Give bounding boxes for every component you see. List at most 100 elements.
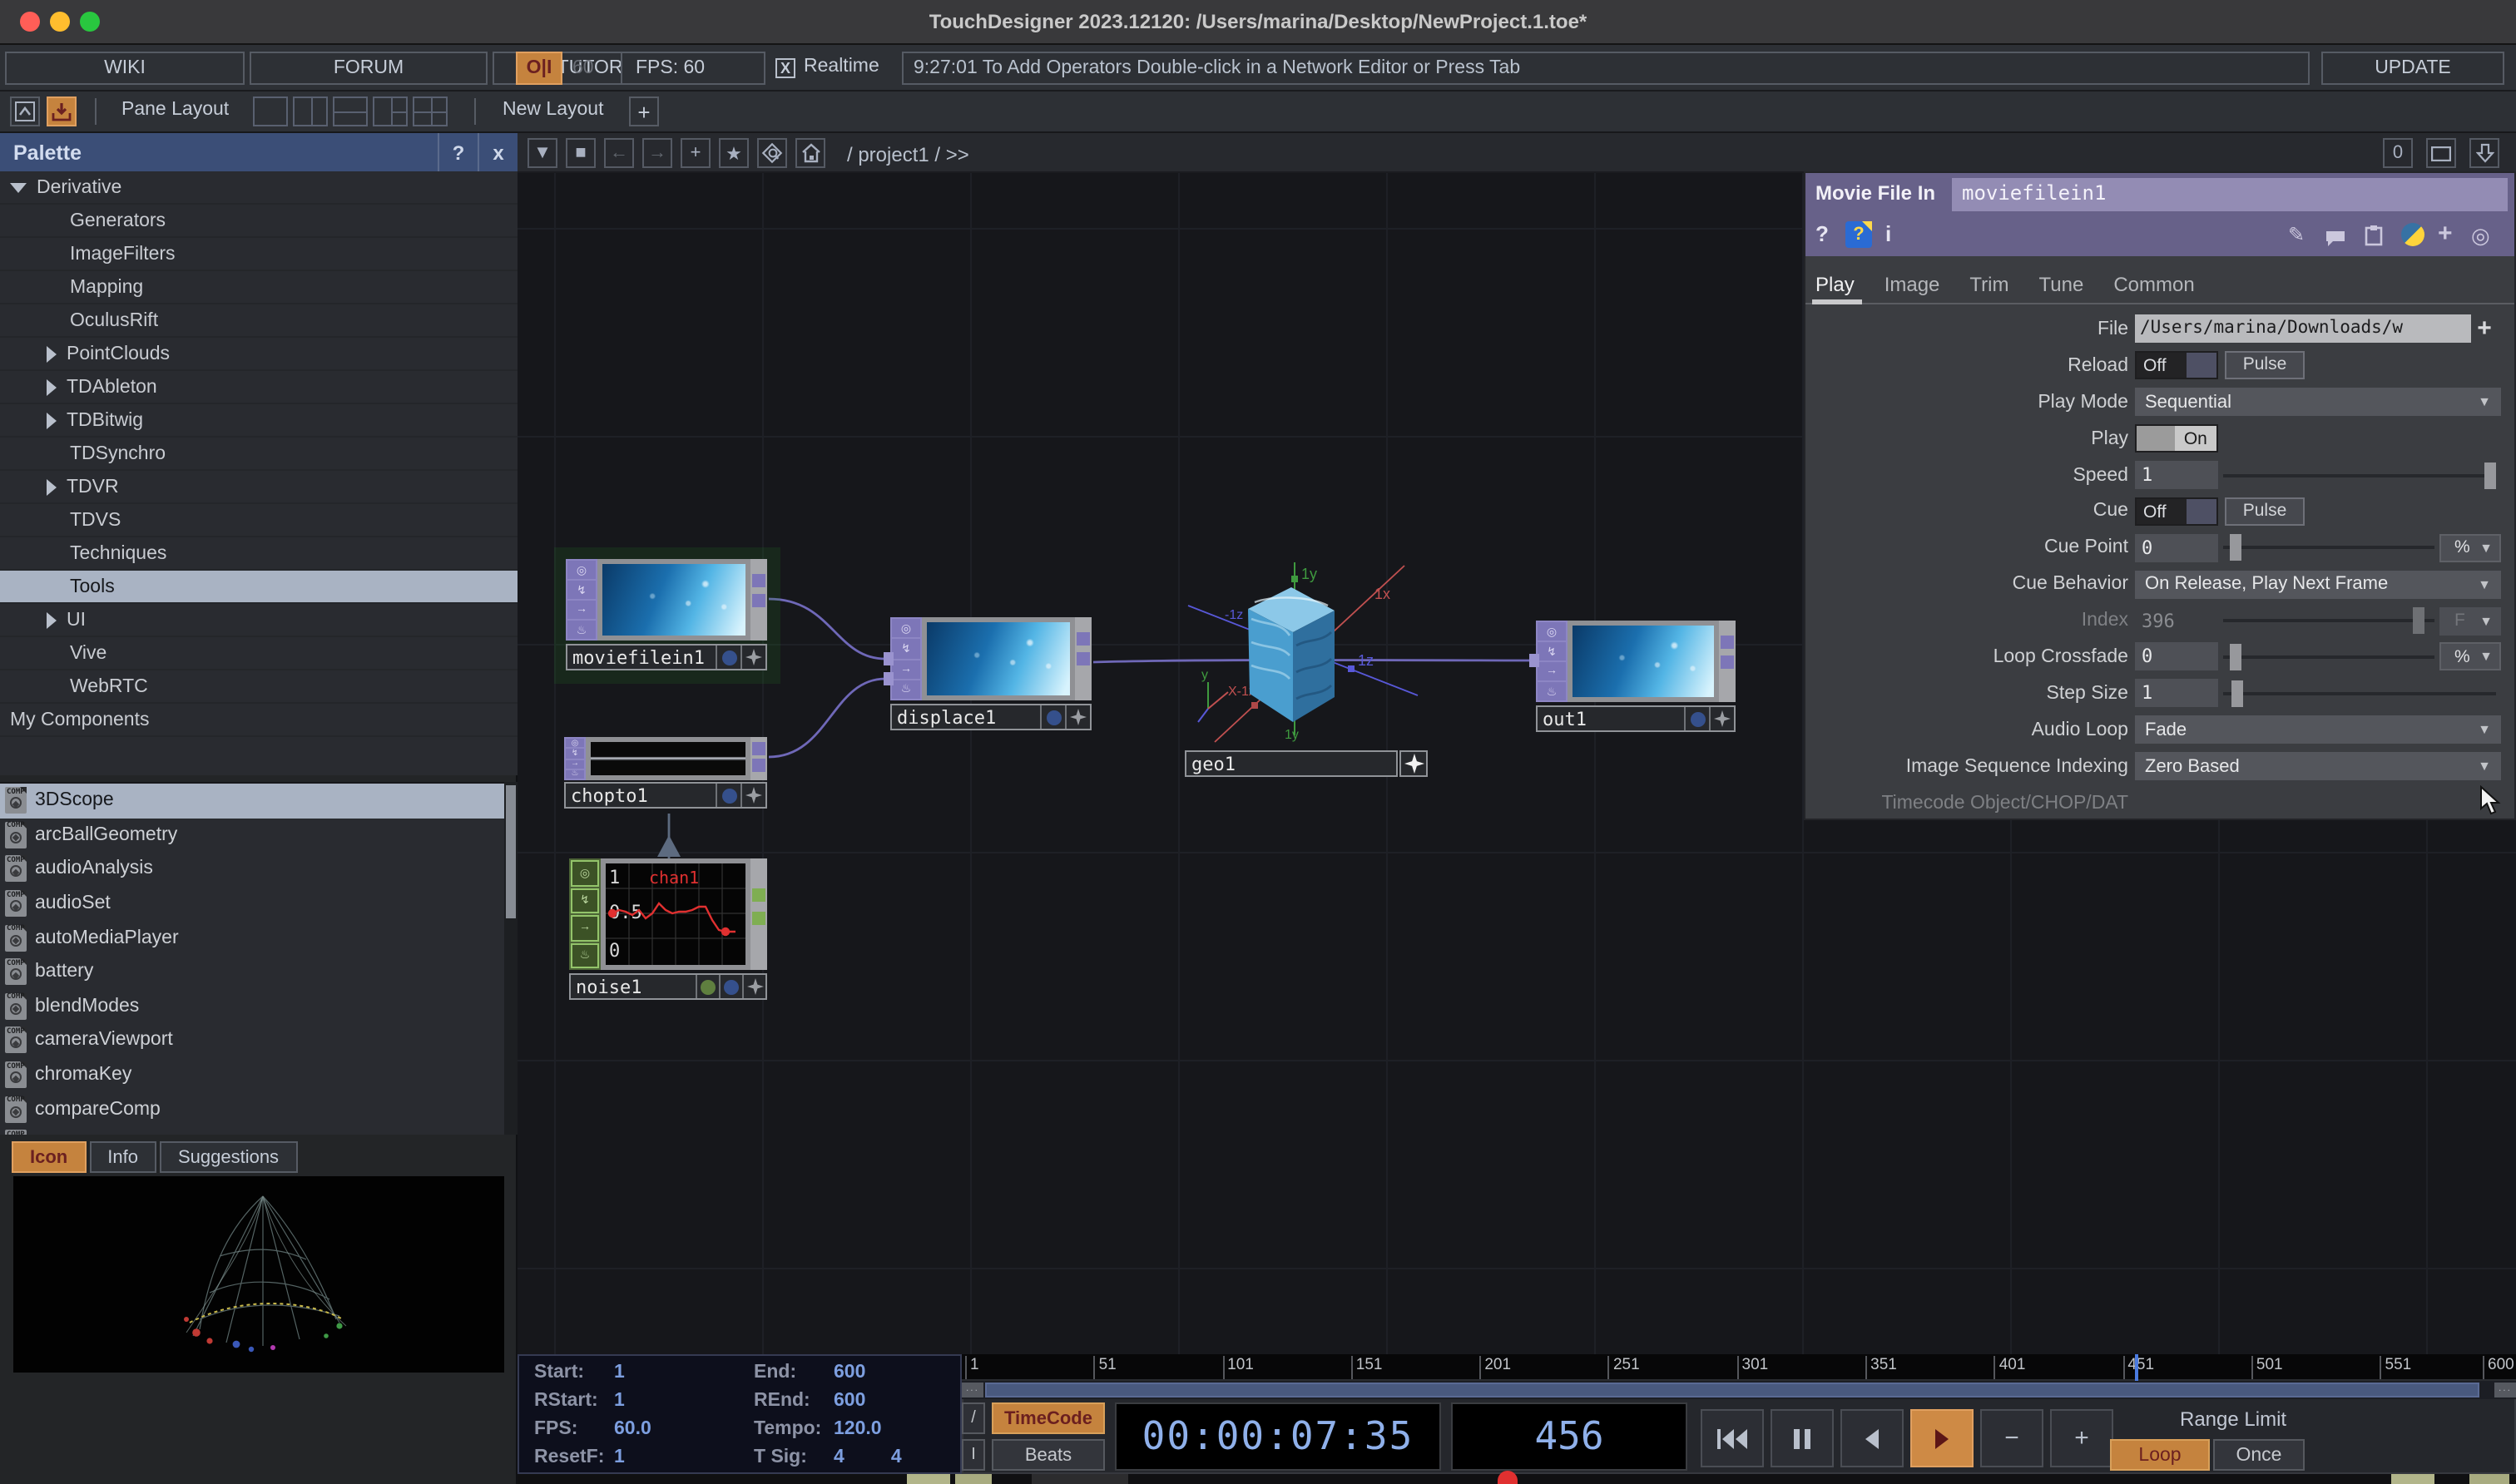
node-moviefilein1[interactable]: ◎ ↯ → ♨	[566, 559, 767, 641]
realtime-checkbox[interactable]: X	[775, 58, 795, 78]
audio-loop-dropdown[interactable]: Fade▼	[2135, 715, 2501, 744]
tree-item-techniques[interactable]: Techniques	[0, 537, 518, 571]
viewer-flag-icon[interactable]: ◎	[1538, 622, 1566, 641]
back-arrow-icon[interactable]: ←	[604, 138, 634, 168]
input-connector[interactable]	[884, 652, 894, 665]
tree-item-mapping[interactable]: Mapping	[0, 271, 518, 304]
timeline-range-bar[interactable]	[985, 1383, 2479, 1397]
palette-close-button[interactable]: x	[478, 133, 518, 171]
palette-help-button[interactable]: ?	[438, 133, 478, 171]
node-name-bar[interactable]: moviefilein1	[566, 644, 767, 670]
list-item-comparecomp[interactable]: COMPcompareComp	[0, 1092, 504, 1126]
file-path-field[interactable]: /Users/marina/Downloads/w	[2135, 315, 2471, 344]
increment-button[interactable]: +	[2050, 1409, 2113, 1467]
cue-point-slider[interactable]	[2223, 547, 2434, 550]
image-sequence-indexing-dropdown[interactable]: Zero Based▼	[2135, 752, 2501, 780]
param-tab-play[interactable]: Play	[1815, 273, 1855, 303]
list-item-cameraviewport[interactable]: COMPcameraViewport	[0, 1023, 504, 1057]
pause-button[interactable]	[1771, 1409, 1834, 1467]
cue-pulse-button[interactable]: Pulse	[2225, 497, 2305, 526]
floating-window-icon[interactable]	[47, 96, 77, 126]
viewer-flag-icon[interactable]: ◎	[892, 619, 920, 638]
target-icon[interactable]: ◎	[2471, 223, 2490, 250]
add-icon[interactable]: +	[681, 138, 711, 168]
viewport-rect-icon[interactable]	[2426, 138, 2456, 168]
node-flag-column[interactable]: ◎ ↯ → ♨	[566, 559, 597, 641]
export-flag-icon[interactable]: →	[1538, 662, 1566, 680]
star-flag-icon[interactable]	[740, 646, 765, 669]
list-item-battery[interactable]: COMPbattery	[0, 955, 504, 989]
favorite-star-icon[interactable]: ★	[719, 138, 749, 168]
loop-crossfade-slider-handle[interactable]	[2229, 644, 2241, 670]
node-name-bar[interactable]: geo1	[1185, 750, 1398, 777]
search-icon[interactable]	[757, 138, 787, 168]
playhead[interactable]	[2136, 1354, 2139, 1381]
output-connector[interactable]	[1721, 636, 1734, 649]
forum-button[interactable]: FORUM	[250, 52, 488, 85]
bypass-flag-icon[interactable]: ↯	[567, 581, 596, 599]
help-button[interactable]: ?	[1815, 221, 1829, 246]
timeline-option-i-button[interactable]: I	[962, 1439, 985, 1471]
lod-zero-button[interactable]: 0	[2383, 138, 2413, 168]
step-size-slider-handle[interactable]	[2231, 680, 2242, 707]
output-connector[interactable]	[1077, 632, 1090, 646]
list-item-automediaplayer[interactable]: COMPautoMediaPlayer	[0, 921, 504, 955]
export-flag-icon[interactable]: →	[892, 660, 920, 679]
tree-item-my-components[interactable]: My Components	[0, 704, 518, 737]
new-layout-add-button[interactable]: +	[629, 96, 659, 126]
speed-value-field[interactable]: 1	[2135, 461, 2218, 489]
tree-item-tdableton[interactable]: TDAbleton	[0, 371, 518, 404]
clipboard-icon[interactable]	[2365, 225, 2383, 255]
star-flag-icon[interactable]	[742, 975, 765, 998]
wiki-button[interactable]: WIKI	[5, 52, 245, 85]
param-tab-common[interactable]: Common	[2113, 273, 2194, 303]
node-name-bar[interactable]: out1	[1536, 705, 1736, 732]
tree-item-pointclouds[interactable]: PointClouds	[0, 338, 518, 371]
lock-flag-icon[interactable]: ♨	[566, 770, 584, 779]
list-item-arcballgeometry[interactable]: COMParcBallGeometry	[0, 818, 504, 852]
output-connector[interactable]	[752, 742, 765, 755]
index-slider-handle[interactable]	[2413, 607, 2424, 634]
tree-item-tdvs[interactable]: TDVS	[0, 504, 518, 537]
maximize-pane-icon[interactable]	[10, 96, 40, 126]
output-connector[interactable]	[1077, 652, 1090, 665]
loop-crossfade-unit-dropdown[interactable]: %▼	[2439, 643, 2501, 671]
bypass-flag-icon[interactable]: ↯	[892, 640, 920, 659]
pane-layout-split-horizontal[interactable]	[333, 96, 368, 126]
list-item-audioset[interactable]: COMPaudioSet	[0, 887, 504, 921]
collapse-arrow-icon[interactable]	[10, 182, 27, 192]
tree-item-imagefilters[interactable]: ImageFilters	[0, 238, 518, 271]
render-flag[interactable]	[719, 975, 742, 998]
output-connector[interactable]	[1721, 655, 1734, 669]
bypass-flag-icon[interactable]: ↯	[1538, 642, 1566, 660]
step-size-slider[interactable]	[2223, 692, 2496, 695]
home-icon[interactable]	[795, 138, 825, 168]
export-flag-icon[interactable]: →	[567, 601, 596, 619]
node-name-bar[interactable]: noise1	[569, 973, 767, 1000]
tree-item-vive[interactable]: Vive	[0, 637, 518, 670]
file-browse-button[interactable]: +	[2471, 315, 2498, 344]
display-flag[interactable]	[696, 975, 719, 998]
tree-item-tools[interactable]: Tools	[0, 571, 518, 604]
expand-arrow-icon[interactable]	[47, 478, 57, 495]
export-flag-icon[interactable]: →	[571, 915, 599, 941]
cue-point-slider-handle[interactable]	[2229, 535, 2241, 561]
speed-slider-handle[interactable]	[2484, 462, 2496, 488]
bypass-flag-icon[interactable]: ↯	[571, 888, 599, 913]
info-button[interactable]: i	[1885, 221, 1891, 246]
timeline-ruler[interactable]: 151101151201251301351401451501551600	[962, 1354, 2516, 1381]
input-connector[interactable]	[884, 672, 894, 685]
star-flag-icon[interactable]	[1065, 705, 1090, 729]
node-chopto1[interactable]: ◎ ↯ → ♨	[564, 737, 767, 780]
stop-square-icon[interactable]: ■	[566, 138, 596, 168]
palette-tab-icon[interactable]: Icon	[12, 1141, 86, 1173]
node-noise1[interactable]: ◎ ↯ → ♨ 1 0.5 0 chan1	[569, 858, 767, 970]
play-mode-dropdown[interactable]: Sequential▼	[2135, 388, 2501, 416]
operator-name-field[interactable]: moviefilein1	[1952, 178, 2508, 211]
expand-arrow-icon[interactable]	[47, 378, 57, 395]
viewer-flag-icon[interactable]: ◎	[566, 739, 584, 748]
menu-arrow-icon[interactable]: ▼	[527, 138, 557, 168]
list-item-chromakey[interactable]: COMPchromaKey	[0, 1058, 504, 1092]
node-displace1[interactable]: ◎ ↯ → ♨	[890, 617, 1092, 700]
list-item-blendmodes[interactable]: COMPblendModes	[0, 989, 504, 1023]
